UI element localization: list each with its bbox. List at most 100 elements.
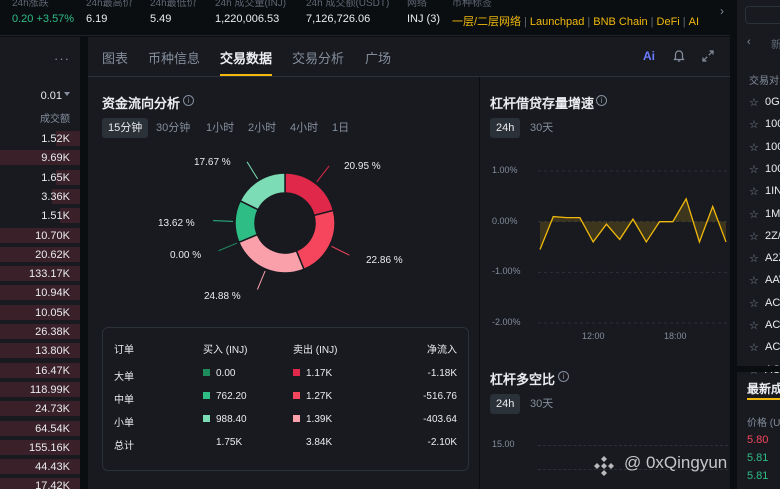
book-row[interactable]: 24.73K bbox=[0, 400, 80, 417]
star-icon[interactable]: ☆ bbox=[749, 141, 759, 154]
chevron-right-icon[interactable]: › bbox=[720, 4, 724, 18]
info-icon[interactable]: i bbox=[596, 95, 607, 106]
legend-swatch bbox=[203, 415, 210, 422]
leader-line bbox=[218, 242, 238, 252]
star-icon[interactable]: ☆ bbox=[749, 297, 759, 310]
tab-chart[interactable]: 图表 bbox=[102, 48, 128, 67]
table-header: 订单 bbox=[114, 345, 134, 356]
market-symbol[interactable]: 100 bbox=[765, 118, 780, 130]
star-icon[interactable]: ☆ bbox=[749, 185, 759, 198]
market-symbol[interactable]: 1IN bbox=[765, 185, 780, 197]
book-row[interactable]: 10.05K bbox=[0, 304, 80, 321]
star-icon[interactable]: ☆ bbox=[749, 274, 759, 287]
back-arrow-icon[interactable]: ‹ bbox=[747, 36, 751, 48]
period-1h[interactable]: 1小时 bbox=[200, 118, 240, 138]
tag-link[interactable]: DeFi bbox=[657, 16, 680, 28]
market-symbol[interactable]: AC bbox=[765, 297, 780, 309]
tab-trading-data[interactable]: 交易数据 bbox=[220, 48, 272, 67]
x-tick: 12:00 bbox=[582, 331, 605, 341]
ticker-value: 1,220,006.53 bbox=[215, 13, 280, 25]
period-4h[interactable]: 4小时 bbox=[284, 118, 324, 138]
book-row[interactable]: 9.69K bbox=[0, 149, 80, 166]
market-symbol[interactable]: 0G bbox=[765, 96, 780, 108]
book-row[interactable]: 16.47K bbox=[0, 362, 80, 379]
donut-label: 24.88 % bbox=[204, 291, 241, 302]
row-sell: 1.27K bbox=[293, 391, 332, 402]
market-symbol[interactable]: AC bbox=[765, 341, 780, 353]
donut-label: 20.95 % bbox=[344, 161, 381, 172]
star-icon[interactable]: ☆ bbox=[749, 118, 759, 131]
book-row[interactable]: 26.38K bbox=[0, 323, 80, 340]
book-row[interactable]: 118.99K bbox=[0, 381, 80, 398]
star-icon[interactable]: ☆ bbox=[749, 341, 759, 354]
book-row[interactable]: 1.65K bbox=[0, 169, 80, 186]
star-icon[interactable]: ☆ bbox=[749, 319, 759, 332]
market-symbol[interactable]: 100 bbox=[765, 163, 780, 175]
period-1d[interactable]: 1日 bbox=[326, 118, 355, 138]
category-tab[interactable]: 新 bbox=[771, 36, 780, 52]
market-symbol[interactable]: 1M bbox=[765, 208, 780, 220]
ticker-label: 24h最高价 bbox=[86, 0, 133, 9]
leader-line bbox=[256, 270, 266, 290]
search-input[interactable] bbox=[745, 6, 780, 24]
period-24h[interactable]: 24h bbox=[490, 118, 521, 138]
y-tick: 1.00% bbox=[492, 165, 518, 175]
period-30m[interactable]: 30分钟 bbox=[150, 118, 196, 138]
tag-link[interactable]: Launchpad bbox=[530, 16, 584, 28]
tag-link[interactable]: BNB Chain bbox=[593, 16, 647, 28]
market-symbol[interactable]: A2Z bbox=[765, 252, 780, 264]
period-2h[interactable]: 2小时 bbox=[242, 118, 282, 138]
donut-label: 0.00 % bbox=[170, 250, 202, 261]
period-24h[interactable]: 24h bbox=[490, 394, 521, 414]
book-amount: 1.52K bbox=[41, 133, 70, 145]
period-30d[interactable]: 30天 bbox=[524, 118, 559, 138]
star-icon[interactable]: ☆ bbox=[749, 163, 759, 176]
book-row[interactable]: 155.16K bbox=[0, 439, 80, 456]
book-row[interactable]: 20.62K bbox=[0, 246, 80, 263]
book-row[interactable]: 10.94K bbox=[0, 284, 80, 301]
book-row[interactable]: 133.17K bbox=[0, 265, 80, 282]
latest-trades-title[interactable]: 最新成 bbox=[747, 380, 780, 397]
star-icon[interactable]: ☆ bbox=[749, 96, 759, 109]
tab-coin-info[interactable]: 币种信息 bbox=[148, 48, 200, 67]
expand-icon[interactable] bbox=[701, 49, 715, 63]
ai-icon[interactable]: Ai bbox=[643, 49, 655, 63]
tag-link[interactable]: AI bbox=[689, 16, 699, 28]
caret-down-icon[interactable] bbox=[64, 92, 70, 96]
row-net: -1.18K bbox=[427, 368, 457, 379]
book-row[interactable]: 64.54K bbox=[0, 420, 80, 437]
book-amount: 10.70K bbox=[35, 229, 70, 242]
book-row[interactable]: 1.51K bbox=[0, 207, 80, 224]
y-tick: -1.00% bbox=[492, 266, 521, 276]
market-symbol[interactable]: AC bbox=[765, 319, 780, 331]
info-icon[interactable]: i bbox=[558, 371, 569, 382]
star-icon[interactable]: ☆ bbox=[749, 230, 759, 243]
book-row[interactable]: 10.70K bbox=[0, 227, 80, 244]
book-amount: 10.05K bbox=[35, 306, 70, 319]
period-30d[interactable]: 30天 bbox=[524, 394, 559, 414]
ticker-label: 网络 bbox=[407, 0, 427, 9]
leader-line bbox=[316, 165, 330, 183]
book-amount: 133.17K bbox=[29, 268, 70, 281]
price-step-select[interactable]: 0.01 bbox=[41, 90, 62, 102]
book-row[interactable]: 13.80K bbox=[0, 342, 80, 359]
market-symbol[interactable]: AAV bbox=[765, 274, 780, 286]
info-icon[interactable]: i bbox=[183, 95, 194, 106]
book-row[interactable]: 3.36K bbox=[0, 188, 80, 205]
market-list-pane: ‹ 新 交易对 ☆ 0G ☆ 100 ☆ 100 ☆ 100 ☆ 1IN ☆ 1M ☆ 2Z/ ☆ A2Z ☆ A… bbox=[737, 0, 780, 489]
period-15m[interactable]: 15分钟 bbox=[102, 118, 149, 138]
book-row[interactable]: 44.43K bbox=[0, 458, 80, 475]
more-icon[interactable]: ··· bbox=[54, 51, 70, 66]
book-row[interactable]: 17.42K bbox=[0, 477, 80, 489]
tab-trading-analysis[interactable]: 交易分析 bbox=[292, 48, 344, 67]
star-icon[interactable]: ☆ bbox=[749, 208, 759, 221]
tab-square[interactable]: 广场 bbox=[365, 48, 391, 67]
book-amount: 118.99K bbox=[29, 383, 70, 396]
bell-icon[interactable] bbox=[672, 49, 686, 63]
market-symbol[interactable]: 100 bbox=[765, 141, 780, 153]
star-icon[interactable]: ☆ bbox=[749, 252, 759, 265]
market-symbol[interactable]: 2Z/ bbox=[765, 230, 780, 242]
tag-link[interactable]: 一层/二层网络 bbox=[452, 16, 521, 28]
legend-swatch bbox=[203, 392, 210, 399]
book-row[interactable]: 1.52K bbox=[0, 130, 80, 147]
